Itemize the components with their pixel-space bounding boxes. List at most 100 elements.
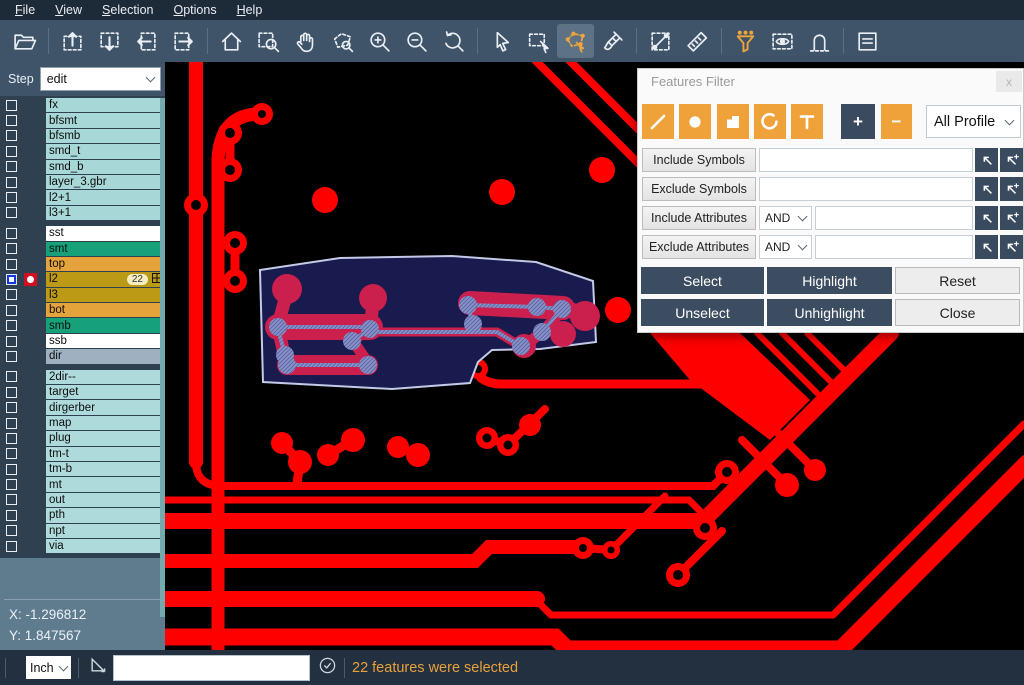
pan-right-icon[interactable]: [165, 24, 202, 58]
layer-row[interactable]: l222: [0, 272, 165, 286]
layer-row[interactable]: npt: [0, 524, 165, 538]
layer-row[interactable]: via: [0, 539, 165, 553]
layer-name[interactable]: sst: [46, 226, 165, 240]
home-icon[interactable]: [213, 24, 250, 58]
layer-name[interactable]: map: [46, 416, 165, 430]
layer-row[interactable]: bfsmb: [0, 129, 165, 143]
pan-down-icon[interactable]: [91, 24, 128, 58]
layer-name[interactable]: smb: [46, 318, 165, 332]
pan-left-icon[interactable]: [128, 24, 165, 58]
text-feature-icon[interactable]: [791, 104, 823, 139]
layer-checkbox[interactable]: [6, 464, 17, 475]
pick-add-arrow-icon[interactable]: [1000, 177, 1023, 201]
layer-row[interactable]: fx: [0, 98, 165, 112]
unhighlight-button[interactable]: Unhighlight: [767, 299, 892, 326]
layer-checkbox[interactable]: [6, 479, 17, 490]
layer-name[interactable]: bfsmt: [46, 113, 165, 127]
measure-corner-icon[interactable]: [88, 655, 108, 680]
layer-row[interactable]: ssb: [0, 334, 165, 348]
layer-name[interactable]: smd_t: [46, 144, 165, 158]
exclude-attributes-button[interactable]: Exclude Attributes: [642, 235, 756, 259]
layer-name[interactable]: top: [46, 257, 165, 271]
layer-name[interactable]: bfsmb: [46, 129, 165, 143]
layer-checkbox[interactable]: [6, 418, 17, 429]
layer-row[interactable]: map: [0, 416, 165, 430]
layer-name[interactable]: dirgerber: [46, 400, 165, 414]
zoom-out-icon[interactable]: [398, 24, 435, 58]
zoom-in-icon[interactable]: [361, 24, 398, 58]
layer-checkbox[interactable]: [6, 207, 17, 218]
layer-row[interactable]: 2dir--: [0, 370, 165, 384]
layer-name[interactable]: mt: [46, 477, 165, 491]
pick-arrow-icon[interactable]: [975, 148, 998, 172]
layer-checkbox[interactable]: [6, 274, 17, 285]
include-attributes-input[interactable]: [815, 206, 973, 230]
layer-checkbox[interactable]: [6, 320, 17, 331]
features-filter-icon[interactable]: [727, 24, 764, 58]
layer-row[interactable]: l2+1: [0, 190, 165, 204]
step-dropdown[interactable]: edit: [40, 67, 161, 91]
exclude-symbols-input[interactable]: [759, 177, 973, 201]
layer-row[interactable]: dir: [0, 349, 165, 363]
layer-checkbox[interactable]: [6, 402, 17, 413]
layer-name[interactable]: bot: [46, 303, 165, 317]
layer-checkbox[interactable]: [6, 387, 17, 398]
layer-name[interactable]: l3+1: [46, 206, 165, 220]
clean-brush-icon[interactable]: [594, 24, 631, 58]
pan-up-icon[interactable]: [54, 24, 91, 58]
layer-name[interactable]: via: [46, 539, 165, 553]
select-cursor-icon[interactable]: [483, 24, 520, 58]
snap-icon[interactable]: [801, 24, 838, 58]
include-attributes-button[interactable]: Include Attributes: [642, 206, 756, 230]
exclude-attributes-operator[interactable]: AND: [759, 235, 812, 259]
view-options-icon[interactable]: [764, 24, 801, 58]
layer-checkbox[interactable]: [6, 525, 17, 536]
reset-button[interactable]: Reset: [895, 267, 1020, 294]
exclude-attributes-input[interactable]: [815, 235, 973, 259]
include-attributes-operator[interactable]: AND: [759, 206, 812, 230]
layer-name[interactable]: tm-t: [46, 447, 165, 461]
select-rectangle-icon[interactable]: [520, 24, 557, 58]
command-input[interactable]: [113, 655, 310, 681]
layer-row[interactable]: smb: [0, 318, 165, 332]
layer-checkbox[interactable]: [6, 289, 17, 300]
layer-name[interactable]: smt: [46, 242, 165, 256]
highlight-button[interactable]: Highlight: [767, 267, 892, 294]
layer-row[interactable]: plug: [0, 431, 165, 445]
layer-checkbox[interactable]: [6, 351, 17, 362]
layer-checkbox[interactable]: [6, 161, 17, 172]
pan-hand-icon[interactable]: [287, 24, 324, 58]
layer-name[interactable]: 2dir--: [46, 370, 165, 384]
layer-checkbox[interactable]: [6, 433, 17, 444]
pick-arrow-icon[interactable]: [975, 235, 998, 259]
close-icon[interactable]: x: [996, 71, 1022, 92]
remove-filter-button[interactable]: −: [881, 104, 912, 139]
layer-row[interactable]: layer_3.gbr: [0, 175, 165, 189]
layer-checkbox[interactable]: [6, 448, 17, 459]
layer-row[interactable]: sst: [0, 226, 165, 240]
ruler-icon[interactable]: [679, 24, 716, 58]
pad-feature-icon[interactable]: [679, 104, 711, 139]
exclude-symbols-button[interactable]: Exclude Symbols: [642, 177, 756, 201]
layer-row[interactable]: smd_t: [0, 144, 165, 158]
layer-row[interactable]: target: [0, 385, 165, 399]
layer-name[interactable]: plug: [46, 431, 165, 445]
layer-name[interactable]: pth: [46, 508, 165, 522]
layer-row[interactable]: top: [0, 257, 165, 271]
layer-checkbox[interactable]: [6, 494, 17, 505]
layer-checkbox[interactable]: [6, 243, 17, 254]
refresh-icon[interactable]: [318, 656, 337, 680]
layer-checkbox[interactable]: [6, 510, 17, 521]
layer-name[interactable]: npt: [46, 524, 165, 538]
pick-arrow-icon[interactable]: [975, 177, 998, 201]
menu-options[interactable]: Options: [164, 2, 225, 18]
pick-add-arrow-icon[interactable]: [1000, 235, 1023, 259]
layer-checkbox[interactable]: [6, 305, 17, 316]
layer-checkbox[interactable]: [6, 100, 17, 111]
menu-help[interactable]: Help: [228, 2, 272, 18]
layer-row[interactable]: smd_b: [0, 160, 165, 174]
layer-checkbox[interactable]: [6, 541, 17, 552]
pick-add-arrow-icon[interactable]: [1000, 206, 1023, 230]
measure-distance-icon[interactable]: [642, 24, 679, 58]
layer-row[interactable]: tm-b: [0, 462, 165, 476]
